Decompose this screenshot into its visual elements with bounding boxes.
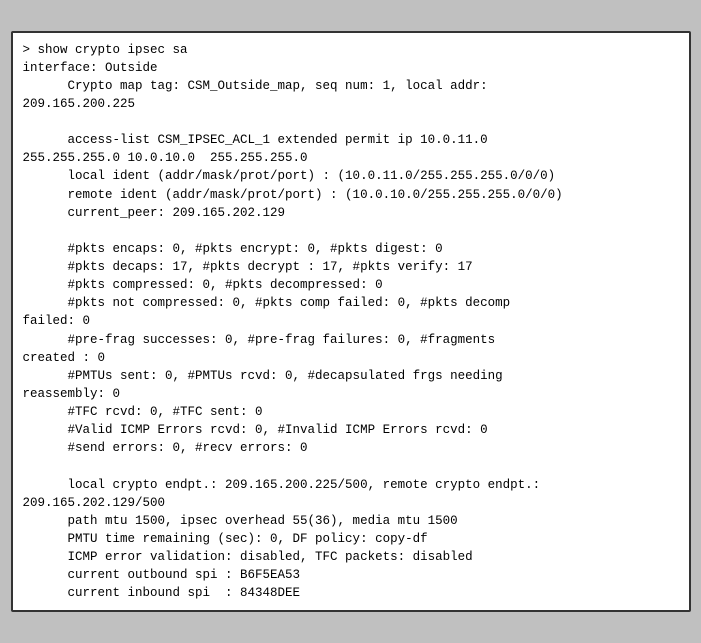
terminal-output: > show crypto ipsec sa interface: Outsid… bbox=[13, 33, 689, 611]
terminal-window: > show crypto ipsec sa interface: Outsid… bbox=[11, 31, 691, 613]
